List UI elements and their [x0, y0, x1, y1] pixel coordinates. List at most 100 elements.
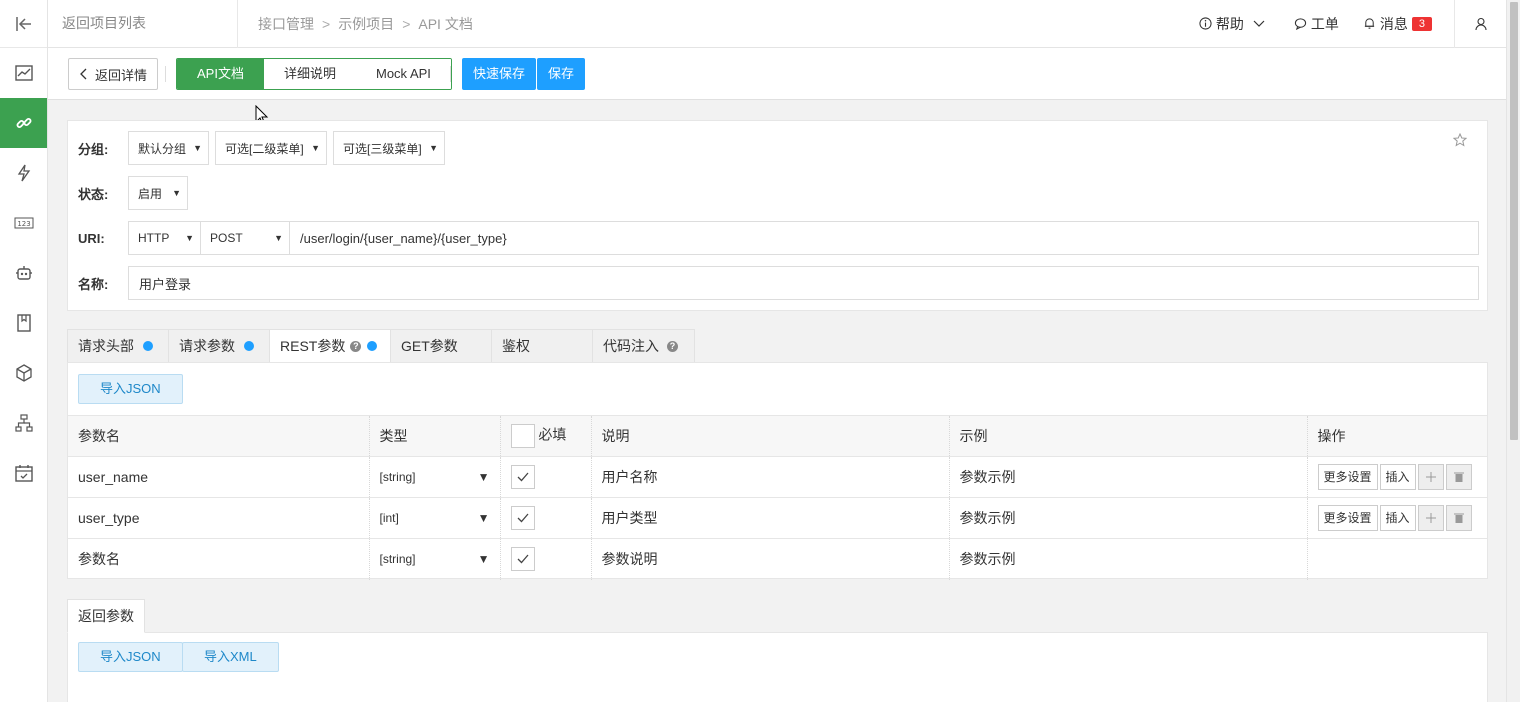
delete-button[interactable] [1445, 464, 1472, 490]
number-icon: 123 [14, 217, 33, 229]
name-row: 名称: 用户登录 [78, 266, 1479, 300]
group-level2-select[interactable]: 可选[二级菜单] ▼ [215, 131, 327, 165]
delete-button[interactable] [1445, 505, 1472, 531]
status-select[interactable]: 启用 ▼ [128, 176, 188, 210]
link-icon [16, 118, 31, 128]
user-menu[interactable] [1454, 0, 1506, 48]
param-name-input[interactable]: user_name [68, 456, 370, 498]
required-checkbox[interactable] [510, 547, 535, 572]
chevron-right-icon: > [322, 15, 331, 32]
param-desc-input[interactable]: 用户名称 [591, 456, 950, 498]
more-settings-button[interactable]: 更多设置 [1317, 505, 1378, 531]
import-xml-button[interactable]: 导入XML [182, 642, 279, 672]
sidebar-item-structure[interactable] [0, 398, 47, 448]
protocol-select[interactable]: HTTP ▼ [128, 221, 201, 255]
drag-handle[interactable] [1417, 464, 1444, 490]
dropdown-arrow-icon: ▼ [193, 143, 202, 153]
trash-icon [1453, 472, 1464, 482]
group-level3-select[interactable]: 可选[三级菜单] ▼ [333, 131, 445, 165]
collapse-sidebar-button[interactable] [0, 0, 47, 48]
param-type-select[interactable]: [string] ▼ [369, 456, 501, 498]
dropdown-arrow-icon: ▼ [429, 143, 438, 153]
new-param-example-input[interactable]: 参数示例 [949, 538, 1308, 580]
new-param-name-input[interactable]: 参数名 [68, 538, 370, 580]
page-scrollbar[interactable] [1506, 0, 1520, 702]
chat-icon [1294, 18, 1306, 30]
param-name-input[interactable]: user_type [68, 497, 370, 539]
save-button[interactable]: 保存 [537, 58, 586, 90]
help-icon[interactable]: ? [350, 340, 362, 352]
import-json-button[interactable]: 导入JSON [78, 642, 183, 672]
col-header-example: 示例 [949, 415, 1308, 457]
dropdown-arrow-icon: ▼ [311, 143, 320, 153]
param-required-cell [500, 497, 592, 539]
book-icon [16, 314, 31, 332]
param-type-value: [int] [379, 511, 399, 525]
import-json-button[interactable]: 导入JSON [78, 374, 183, 404]
dropdown-arrow-icon: ▼ [274, 233, 283, 243]
tab-mock-api[interactable]: Mock API [355, 59, 451, 89]
cube-icon [15, 364, 32, 382]
required-checkbox[interactable] [510, 506, 535, 530]
sidebar-item-data[interactable]: 123 [0, 198, 47, 248]
param-required-cell [500, 538, 592, 580]
param-desc-input[interactable]: 用户类型 [591, 497, 950, 539]
sidebar-item-docs[interactable] [0, 298, 47, 348]
status-dot-icon [244, 341, 254, 351]
row-actions-empty [1307, 538, 1487, 580]
move-icon [1425, 513, 1436, 523]
messages-link[interactable]: 消息 3 [1351, 14, 1444, 34]
insert-button[interactable]: 插入 [1379, 505, 1416, 531]
param-example-input[interactable]: 参数示例 [949, 456, 1308, 498]
more-settings-button[interactable]: 更多设置 [1317, 464, 1378, 490]
api-name-input[interactable]: 用户登录 [128, 266, 1479, 300]
param-type-select[interactable]: [int] ▼ [369, 497, 501, 539]
tab-request-params[interactable]: 请求参数 [168, 329, 269, 363]
select-all-checkbox[interactable] [510, 424, 535, 448]
param-type-value: [string] [379, 470, 416, 484]
breadcrumb-item[interactable]: 接口管理 [258, 14, 314, 34]
user-icon [1474, 17, 1487, 30]
check-icon [517, 513, 528, 523]
help-icon[interactable]: ? [667, 340, 678, 352]
favorite-button[interactable] [1452, 132, 1468, 150]
sidebar-item-robot[interactable] [0, 248, 47, 298]
check-icon [517, 472, 528, 482]
tab-get-params[interactable]: GET参数 [390, 329, 491, 363]
breadcrumb-item[interactable]: 示例项目 [338, 14, 394, 34]
sidebar-item-dashboard[interactable] [0, 48, 47, 98]
tab-rest-params[interactable]: REST参数? [269, 329, 390, 363]
help-menu[interactable]: 帮助 [1187, 14, 1282, 34]
tab-auth[interactable]: 鉴权 [491, 329, 592, 363]
check-icon [517, 554, 528, 564]
tab-api-doc[interactable]: API文档 [177, 59, 264, 89]
group-select[interactable]: 默认分组 ▼ [128, 131, 209, 165]
tab-code-injection[interactable]: 代码注入? [592, 329, 695, 363]
robot-icon [15, 266, 32, 280]
response-params-panel: 导入JSON 导入XML [67, 632, 1488, 702]
new-param-desc-input[interactable]: 参数说明 [591, 538, 950, 580]
insert-button[interactable]: 插入 [1379, 464, 1416, 490]
row-actions: 更多设置 插入 [1307, 497, 1487, 539]
tab-request-headers[interactable]: 请求头部 [67, 329, 168, 363]
scrollbar-thumb[interactable] [1510, 2, 1518, 440]
sidebar-item-schedule[interactable] [0, 448, 47, 498]
required-checkbox[interactable] [510, 465, 535, 489]
tab-detail-desc[interactable]: 详细说明 [263, 59, 356, 89]
sidebar-item-automation[interactable] [0, 148, 47, 198]
tab-response-params[interactable]: 返回参数 [67, 599, 145, 633]
col-header-required: 必填 [500, 415, 592, 457]
breadcrumb: 接口管理 > 示例项目 > API 文档 [238, 14, 473, 34]
sidebar-item-api[interactable] [0, 98, 47, 148]
quick-save-button[interactable]: 快速保存 [462, 58, 537, 90]
sidebar-item-package[interactable] [0, 348, 47, 398]
table-row: user_type [int] ▼ 用户类型 参数示例 更多设置 插入 [68, 497, 1487, 539]
param-type-select[interactable]: [string] ▼ [369, 538, 501, 580]
uri-input[interactable]: /user/login/{user_name}/{user_type} [290, 221, 1479, 255]
ticket-link[interactable]: 工单 [1282, 14, 1351, 34]
back-to-detail-button[interactable]: 返回详情 [68, 58, 159, 90]
drag-handle[interactable] [1417, 505, 1444, 531]
back-to-projects-link[interactable]: 返回项目列表 [48, 0, 238, 48]
method-select[interactable]: POST ▼ [201, 221, 290, 255]
param-example-input[interactable]: 参数示例 [949, 497, 1308, 539]
